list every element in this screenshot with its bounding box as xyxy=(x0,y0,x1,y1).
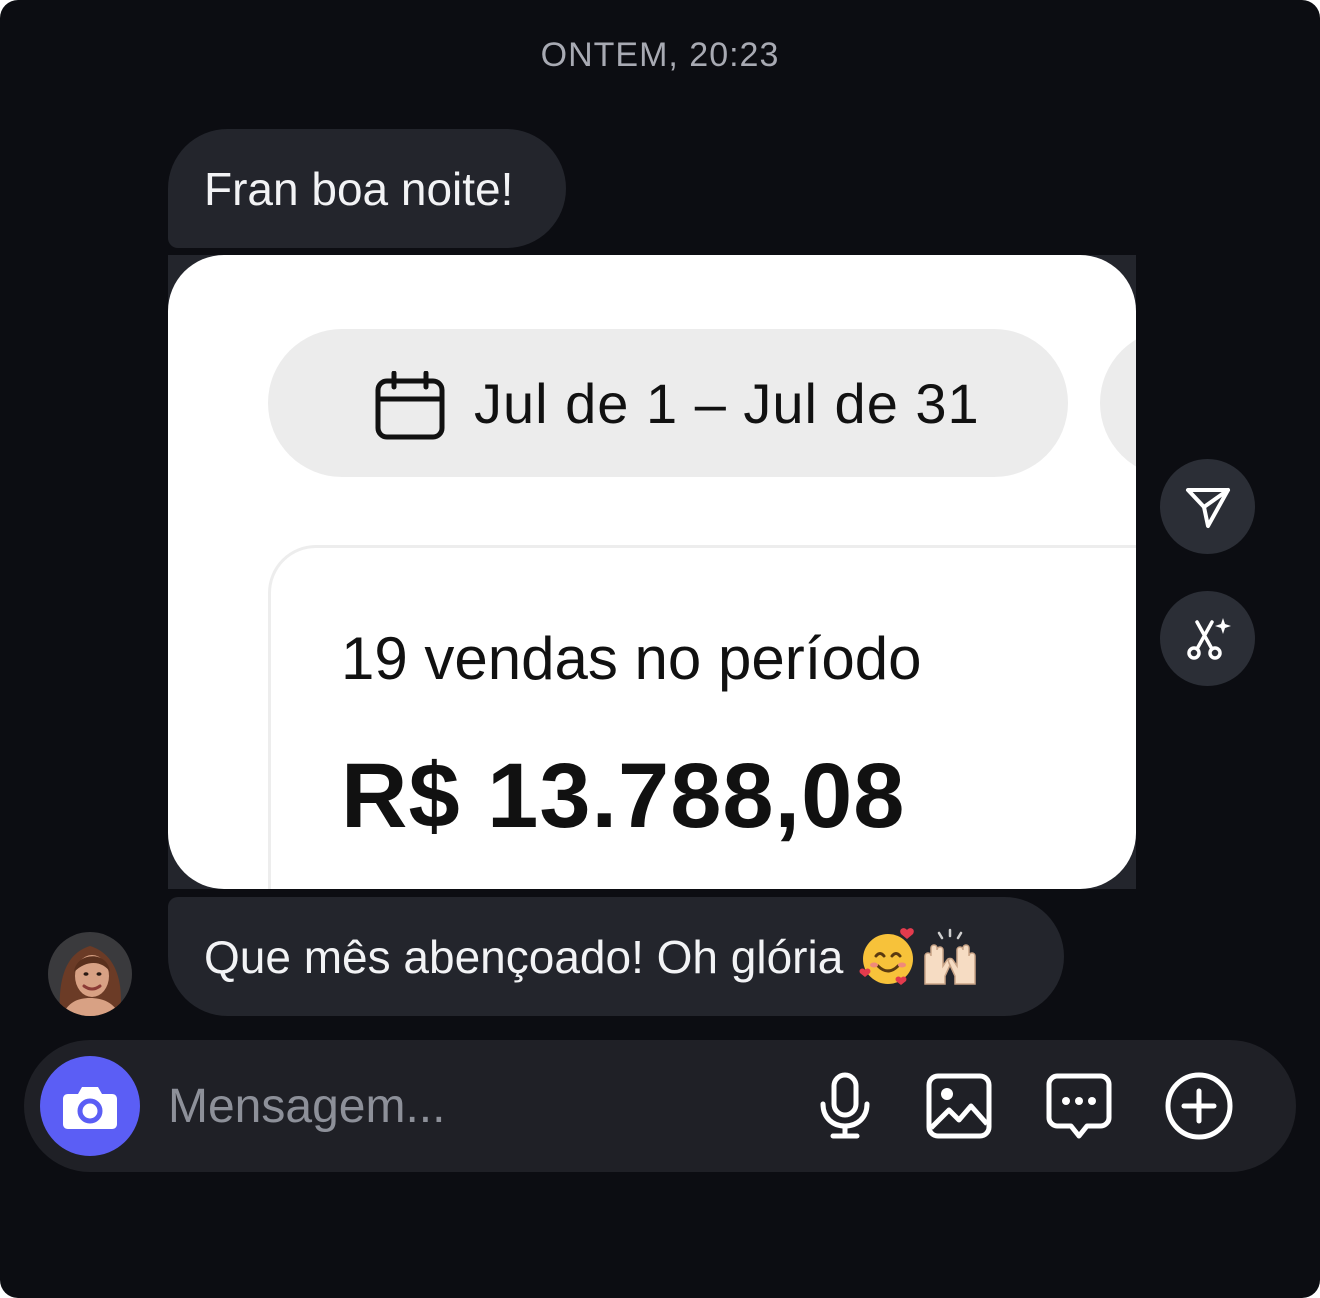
share-button[interactable] xyxy=(1160,459,1255,554)
gallery-button[interactable] xyxy=(924,1071,994,1141)
message-bubble[interactable]: Fran boa noite! xyxy=(168,129,566,248)
camera-button[interactable] xyxy=(40,1056,140,1156)
more-button[interactable] xyxy=(1164,1071,1234,1141)
avatar[interactable] xyxy=(48,932,132,1016)
sales-summary-card: 19 vendas no período R$ 13.788,08 xyxy=(268,545,1136,889)
sticker-button[interactable] xyxy=(1044,1071,1114,1141)
date-range-text: Jul de 1 – Jul de 31 xyxy=(474,371,980,435)
filter-pill-peek xyxy=(1100,329,1136,477)
sticker-chat-icon xyxy=(1046,1073,1112,1139)
message-input[interactable] xyxy=(168,1070,688,1142)
microphone-button[interactable] xyxy=(810,1071,880,1141)
camera-icon xyxy=(63,1087,117,1129)
raising-hands-icon xyxy=(924,928,977,985)
smiling-face-with-hearts-icon xyxy=(859,927,915,985)
chat-screen: ONTEM, 20:23 Fran boa noite! Jul de 1 – … xyxy=(0,0,1320,1298)
send-icon xyxy=(1185,487,1230,528)
gallery-icon xyxy=(926,1073,992,1139)
microphone-icon xyxy=(820,1072,870,1139)
message-composer xyxy=(24,1040,1296,1172)
image-message[interactable]: Jul de 1 – Jul de 31 19 vendas no períod… xyxy=(168,255,1136,889)
sales-count-text: 19 vendas no período xyxy=(341,625,922,692)
message-text: Fran boa noite! xyxy=(204,162,514,215)
calendar-icon xyxy=(375,371,445,440)
edit-icon xyxy=(1186,617,1231,660)
date-range-pill: Jul de 1 – Jul de 31 xyxy=(268,329,1068,477)
edit-image-button[interactable] xyxy=(1160,591,1255,686)
message-timestamp: ONTEM, 20:23 xyxy=(540,36,780,74)
message-text: Que mês abençoado! Oh glória xyxy=(204,930,844,983)
sales-total-amount: R$ 13.788,08 xyxy=(341,745,906,847)
plus-icon xyxy=(1165,1072,1233,1140)
message-bubble[interactable]: Que mês abençoado! Oh glória xyxy=(168,897,1064,1016)
avatar-photo xyxy=(48,932,132,1016)
